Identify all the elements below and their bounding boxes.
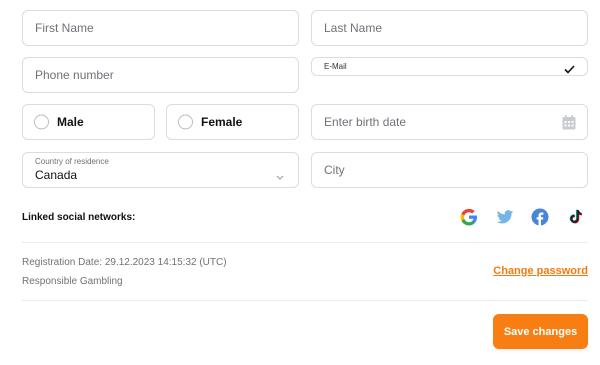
- female-radio[interactable]: [178, 114, 193, 130]
- save-changes-button[interactable]: Save changes: [493, 314, 588, 349]
- phone-placeholder: Phone number: [35, 68, 114, 82]
- chevron-down-icon: [276, 167, 284, 185]
- birth-date-field[interactable]: Enter birth date: [311, 104, 588, 140]
- country-select[interactable]: Country of residence Canada: [22, 152, 299, 188]
- linked-social-label: Linked social networks:: [22, 212, 136, 223]
- male-radio[interactable]: [34, 114, 49, 130]
- change-password-link[interactable]: Change password: [493, 265, 588, 277]
- tiktok-icon[interactable]: [566, 208, 584, 226]
- email-label: E-Mail: [324, 62, 347, 71]
- registration-date: Registration Date: 29.12.2023 14:15:32 (…: [22, 257, 227, 268]
- divider: [22, 300, 588, 301]
- responsible-gambling-link[interactable]: Responsible Gambling: [22, 276, 123, 287]
- divider: [22, 242, 588, 243]
- female-label: Female: [201, 115, 243, 129]
- facebook-icon[interactable]: [531, 208, 549, 226]
- birth-date-placeholder: Enter birth date: [324, 115, 407, 129]
- calendar-icon[interactable]: [562, 115, 576, 135]
- country-label: Country of residence: [35, 157, 109, 166]
- gender-male-option[interactable]: Male: [22, 104, 155, 140]
- male-label: Male: [57, 115, 84, 129]
- email-field[interactable]: E-Mail: [311, 57, 588, 76]
- last-name-placeholder: Last Name: [324, 21, 383, 35]
- city-field[interactable]: City: [311, 152, 588, 188]
- last-name-field[interactable]: Last Name: [311, 10, 588, 46]
- first-name-field[interactable]: First Name: [22, 10, 299, 46]
- city-placeholder: City: [324, 163, 345, 177]
- first-name-placeholder: First Name: [35, 21, 94, 35]
- google-icon[interactable]: [460, 208, 478, 226]
- country-value: Canada: [35, 168, 78, 182]
- twitter-icon[interactable]: [496, 208, 514, 226]
- checkmark-icon: [564, 61, 575, 79]
- gender-female-option[interactable]: Female: [166, 104, 299, 140]
- phone-field[interactable]: Phone number: [22, 57, 299, 93]
